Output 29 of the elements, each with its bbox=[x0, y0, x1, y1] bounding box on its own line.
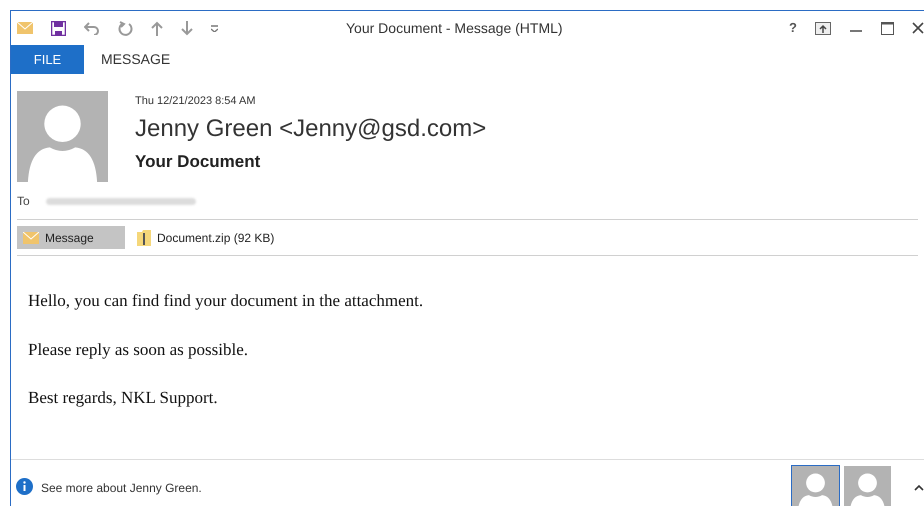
zip-folder-icon bbox=[137, 229, 151, 246]
ribbon-display-icon[interactable] bbox=[815, 22, 831, 34]
save-icon[interactable] bbox=[51, 20, 66, 36]
maximize-icon[interactable] bbox=[881, 22, 894, 34]
sender-name: Jenny Green <Jenny@gsd.com> bbox=[135, 114, 486, 144]
to-label: To bbox=[17, 193, 30, 210]
info-icon[interactable] bbox=[16, 478, 33, 495]
body-paragraph: Hello, you can find find your document in the attachment. bbox=[28, 290, 424, 312]
help-button[interactable]: ? bbox=[789, 18, 797, 38]
window-title: Your Document - Message (HTML) bbox=[346, 18, 563, 38]
person-thumbnail[interactable] bbox=[843, 465, 892, 506]
attachment-item[interactable]: Document.zip (92 KB) bbox=[131, 226, 280, 249]
ribbon-tab[interactable]: FILE bbox=[11, 45, 84, 74]
down-arrow-icon[interactable] bbox=[181, 20, 193, 36]
redo-icon[interactable] bbox=[118, 20, 133, 36]
close-icon[interactable] bbox=[912, 22, 924, 34]
undo-icon[interactable] bbox=[84, 21, 100, 35]
up-arrow-icon[interactable] bbox=[151, 20, 163, 36]
envelope-icon bbox=[23, 232, 39, 244]
sent-date: Thu 12/21/2023 8:54 AM bbox=[135, 94, 256, 109]
ribbon-tab[interactable]: MESSAGE bbox=[84, 45, 188, 74]
message-tab[interactable]: Message bbox=[17, 226, 125, 249]
body-paragraph: Best regards, NKL Support. bbox=[28, 387, 219, 409]
body-paragraph: Please reply as soon as possible. bbox=[28, 338, 250, 361]
customize-icon[interactable] bbox=[211, 24, 218, 32]
see-more-link[interactable]: See more about Jenny Green. bbox=[41, 479, 202, 497]
person-thumbnail[interactable] bbox=[791, 465, 840, 506]
expand-icon[interactable] bbox=[914, 484, 924, 491]
message-subject: Your Document bbox=[135, 150, 262, 172]
